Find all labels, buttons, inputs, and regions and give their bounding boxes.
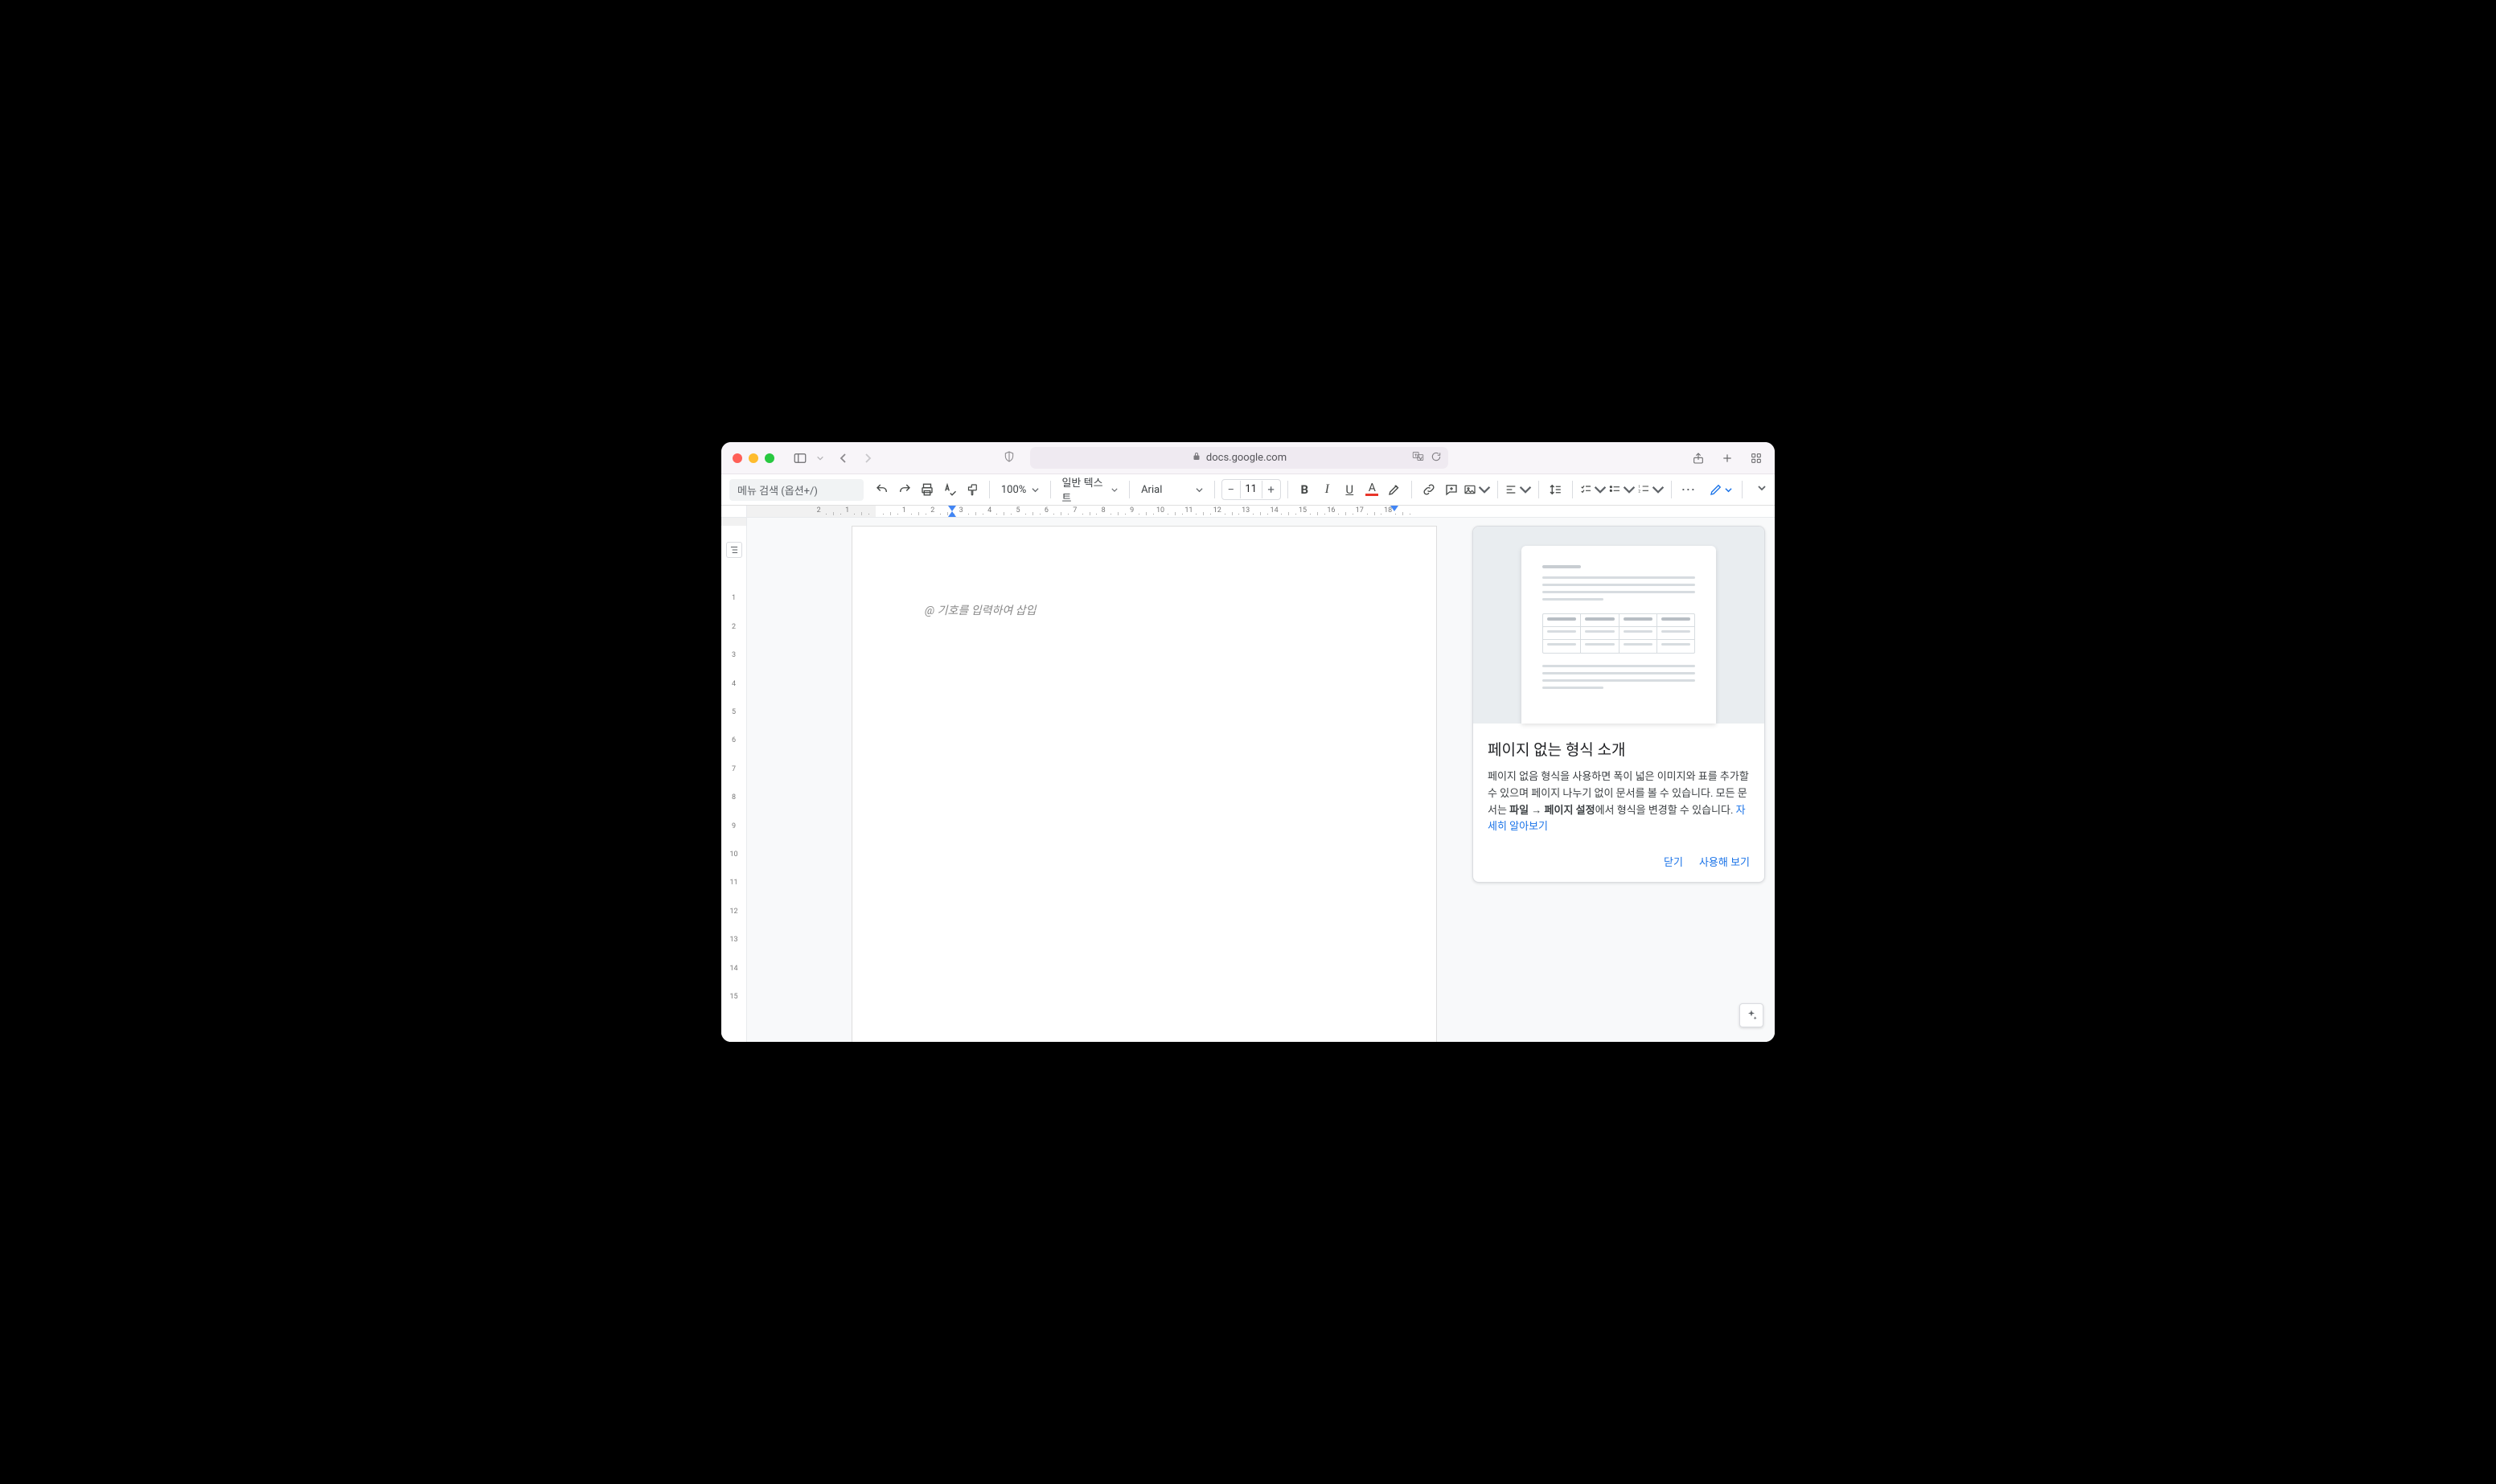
tab-overview-button[interactable]: [1749, 451, 1763, 465]
horizontal-ruler[interactable]: 21123456789101112131415161718: [747, 506, 1775, 517]
chevron-down-icon[interactable]: [816, 454, 824, 462]
back-button[interactable]: [835, 450, 852, 466]
document-page[interactable]: @ 기호를 입력하여 삽입: [852, 526, 1437, 1042]
left-indent-marker[interactable]: [948, 511, 956, 517]
hide-menus-button[interactable]: [1757, 483, 1767, 496]
forward-button[interactable]: [860, 450, 876, 466]
promo-actions: 닫기 사용해 보기: [1473, 846, 1764, 882]
bulleted-list-button[interactable]: [1608, 479, 1636, 500]
document-viewport: @ 기호를 입력하여 삽입: [747, 518, 1775, 1042]
paint-format-button[interactable]: [962, 479, 983, 500]
caret-down-icon: [1725, 486, 1732, 494]
window-controls: [733, 453, 774, 463]
caret-down-icon: [1032, 486, 1039, 494]
explore-button[interactable]: [1739, 1003, 1763, 1027]
promo-body: 페이지 없는 형식 소개 페이지 없음 형식을 사용하면 폭이 넓은 이미지와 …: [1473, 724, 1764, 846]
font-family-dropdown[interactable]: Arial: [1136, 479, 1208, 500]
font-size-input[interactable]: 11: [1240, 481, 1262, 498]
separator: [1497, 481, 1498, 498]
nav-arrows: [835, 450, 876, 466]
document-outline-button[interactable]: [726, 542, 742, 558]
promo-description: 페이지 없음 형식을 사용하면 폭이 넓은 이미지와 표를 추가할 수 있으며 …: [1488, 769, 1750, 836]
insert-image-button[interactable]: [1464, 479, 1491, 500]
ruler-corner: [721, 506, 747, 517]
docs-toolbar: 메뉴 검색 (옵션+/) 100% 일반 텍스트 Arial − 11 + B: [721, 474, 1775, 506]
share-button[interactable]: [1691, 451, 1706, 465]
zoom-value: 100%: [1001, 484, 1027, 496]
pageless-promo-card: 페이지 없는 형식 소개 페이지 없음 형식을 사용하면 폭이 넓은 이미지와 …: [1472, 526, 1765, 883]
content-area: 123456789101112131415 @ 기호를 입력하여 삽입: [721, 518, 1775, 1042]
svg-text:2: 2: [1638, 489, 1640, 494]
separator: [1671, 481, 1672, 498]
menu-search-placeholder: 메뉴 검색 (옵션+/): [737, 482, 818, 498]
editing-mode-dropdown[interactable]: [1706, 478, 1735, 502]
numbered-list-button[interactable]: 12: [1637, 479, 1665, 500]
undo-button[interactable]: [872, 479, 893, 500]
highlight-color-button[interactable]: [1384, 479, 1405, 500]
line-spacing-button[interactable]: [1545, 479, 1566, 500]
caret-down-icon: [1196, 486, 1203, 494]
font-value: Arial: [1141, 484, 1191, 496]
promo-illustration: [1473, 527, 1764, 724]
font-size-control: − 11 +: [1221, 479, 1281, 500]
close-window-button[interactable]: [733, 453, 742, 463]
style-value: 일반 텍스트: [1061, 474, 1106, 505]
first-line-indent-marker[interactable]: [948, 506, 956, 511]
separator: [989, 481, 990, 498]
bold-button[interactable]: B: [1294, 479, 1315, 500]
separator: [1050, 481, 1051, 498]
menu-search-input[interactable]: 메뉴 검색 (옵션+/): [729, 479, 864, 501]
translate-icon[interactable]: [1412, 450, 1424, 465]
checklist-button[interactable]: [1579, 479, 1607, 500]
minimize-window-button[interactable]: [749, 453, 758, 463]
add-comment-button[interactable]: [1441, 479, 1462, 500]
underline-button[interactable]: U: [1339, 479, 1360, 500]
separator: [1214, 481, 1215, 498]
browser-window: docs.google.com 메뉴 검색 (옵션+/) 100% 일반 텍스트: [721, 442, 1775, 1042]
align-button[interactable]: [1505, 479, 1532, 500]
zoom-dropdown[interactable]: 100%: [996, 479, 1044, 500]
spellcheck-button[interactable]: [939, 479, 960, 500]
browser-toolbar: docs.google.com: [721, 442, 1775, 474]
caret-down-icon: [1478, 482, 1491, 497]
lock-icon: [1192, 452, 1201, 465]
ruler-row: 21123456789101112131415161718: [721, 506, 1775, 518]
italic-button[interactable]: I: [1316, 479, 1337, 500]
redo-button[interactable]: [894, 479, 915, 500]
vertical-ruler[interactable]: 123456789101112131415: [721, 518, 747, 1042]
insert-link-button[interactable]: [1418, 479, 1439, 500]
separator: [1129, 481, 1130, 498]
text-color-button[interactable]: A: [1361, 479, 1382, 500]
address-bar[interactable]: docs.google.com: [1030, 447, 1448, 469]
more-tools-button[interactable]: ⋯: [1677, 482, 1699, 498]
insert-placeholder-hint: @ 기호를 입력하여 삽입: [925, 602, 1036, 618]
right-indent-marker[interactable]: [1390, 506, 1398, 511]
separator: [1287, 481, 1288, 498]
increase-font-size-button[interactable]: +: [1262, 482, 1280, 497]
reload-button[interactable]: [1431, 451, 1442, 465]
new-tab-button[interactable]: [1720, 451, 1734, 465]
caret-down-icon: [1111, 486, 1118, 494]
promo-try-button[interactable]: 사용해 보기: [1699, 854, 1750, 869]
pencil-icon: [1709, 482, 1723, 497]
url-text: docs.google.com: [1206, 452, 1287, 464]
separator: [1411, 481, 1412, 498]
paragraph-style-dropdown[interactable]: 일반 텍스트: [1057, 479, 1123, 500]
separator: [1572, 481, 1573, 498]
svg-text:1: 1: [1638, 485, 1640, 490]
promo-close-button[interactable]: 닫기: [1664, 854, 1683, 869]
print-button[interactable]: [917, 479, 938, 500]
sidebar-toggle-button[interactable]: [789, 449, 811, 468]
maximize-window-button[interactable]: [765, 453, 774, 463]
decrease-font-size-button[interactable]: −: [1222, 482, 1240, 497]
promo-title: 페이지 없는 형식 소개: [1488, 738, 1750, 760]
separator: [1538, 481, 1539, 498]
separator: [1742, 481, 1743, 498]
privacy-shield-icon[interactable]: [1003, 450, 1016, 466]
browser-right-controls: [1691, 451, 1763, 465]
